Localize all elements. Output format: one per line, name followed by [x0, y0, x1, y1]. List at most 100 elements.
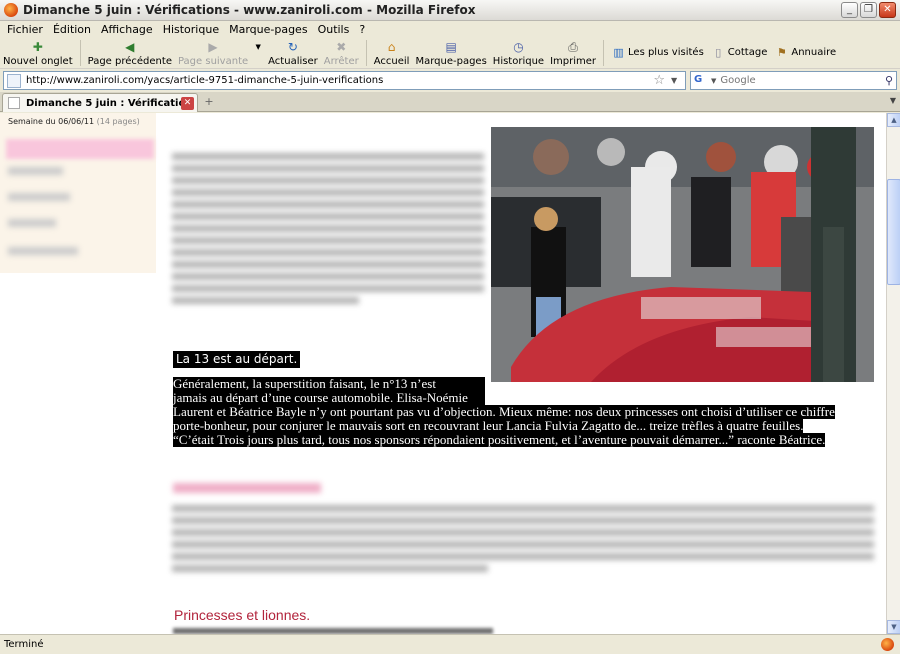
- sidebar-blurred-line: [8, 193, 70, 201]
- forward-button[interactable]: ▶ Page suivante: [178, 40, 248, 67]
- dropdown-arrow-icon: ▼: [255, 43, 261, 51]
- url-dropdown-icon[interactable]: ▼: [671, 76, 681, 85]
- article-line-5: “C’était Trois jours plus tard, tous nos…: [173, 432, 826, 447]
- close-button[interactable]: ✕: [879, 2, 896, 18]
- search-input[interactable]: [720, 75, 885, 86]
- new-tab-button[interactable]: ✚ Nouvel onglet: [3, 40, 73, 67]
- search-icon[interactable]: ⚲: [885, 74, 893, 87]
- left-sidebar: Semaine du 06/06/11 (14 pages): [0, 113, 156, 273]
- article-line-2: jamais au départ d’une course automobile…: [173, 391, 485, 405]
- status-bar: Terminé: [0, 634, 900, 654]
- menu-outils[interactable]: Outils: [318, 23, 350, 36]
- tab-dimanche-5-juin[interactable]: Dimanche 5 juin : Vérifications - www...…: [2, 93, 198, 112]
- bookmark-cottage[interactable]: ▯ Cottage: [712, 46, 768, 59]
- blurred-subheading: [173, 483, 321, 493]
- back-button[interactable]: ◀ Page précédente: [88, 40, 172, 67]
- url-text[interactable]: http://www.zaniroli.com/yacs/article-975…: [26, 75, 653, 86]
- toolbar-separator: [79, 40, 81, 66]
- history-label: Historique: [492, 56, 545, 67]
- sidebar-blurred-line: [8, 219, 56, 227]
- stop-icon: ✖: [336, 40, 347, 54]
- sidebar-blurred-header: [6, 139, 154, 159]
- directory-icon: ⚑: [776, 46, 787, 59]
- vertical-scrollbar[interactable]: ▲ ▼: [886, 113, 900, 634]
- firefox-icon: [4, 3, 18, 17]
- title-bar: Dimanche 5 juin : Vérifications - www.za…: [0, 0, 900, 21]
- menu-bar: Fichier Édition Affichage Historique Mar…: [0, 21, 900, 37]
- home-button[interactable]: ⌂ Accueil: [374, 40, 410, 67]
- status-text: Terminé: [4, 639, 44, 650]
- scroll-up-arrow[interactable]: ▲: [887, 113, 900, 127]
- close-tab-icon[interactable]: ✕: [181, 96, 194, 110]
- menu-marque-pages[interactable]: Marque-pages: [229, 23, 307, 36]
- menu-affichage[interactable]: Affichage: [101, 23, 153, 36]
- print-button[interactable]: ⎙ Imprimer: [550, 40, 596, 67]
- url-bar[interactable]: http://www.zaniroli.com/yacs/article-975…: [3, 71, 686, 90]
- printer-icon: ⎙: [568, 40, 578, 54]
- menu-help[interactable]: ?: [359, 23, 365, 36]
- stop-label: Arrêter: [323, 56, 359, 67]
- week-text: Semaine du 06/06/11: [8, 117, 95, 126]
- blurred-paragraph: [172, 505, 874, 577]
- stop-button[interactable]: ✖ Arrêter: [324, 40, 359, 67]
- bookmarks-icon: ▤: [445, 40, 457, 54]
- bookmark-most-visited-label: Les plus visités: [628, 47, 704, 58]
- sidebar-blurred-line: [8, 167, 63, 175]
- home-label: Accueil: [373, 56, 410, 67]
- bar-chart-icon: ▥: [613, 46, 624, 59]
- addon-icon[interactable]: [881, 638, 894, 651]
- navigation-toolbar: ✚ Nouvel onglet ◀ Page précédente ▶ Page…: [0, 37, 900, 69]
- site-identity-icon[interactable]: [7, 73, 21, 88]
- week-label: Semaine du 06/06/11 (14 pages): [8, 117, 140, 126]
- bookmark-annuaire[interactable]: ⚑ Annuaire: [775, 46, 836, 59]
- tab-label: Dimanche 5 juin : Vérifications - www...: [26, 97, 181, 109]
- bookmarks-button[interactable]: ▤ Marque-pages: [415, 40, 486, 67]
- article-line-3: Laurent et Béatrice Bayle n’y ont pourta…: [173, 404, 835, 419]
- print-label: Imprimer: [550, 56, 597, 67]
- reload-button[interactable]: ↻ Actualiser: [268, 40, 318, 67]
- tab-bar: Dimanche 5 juin : Vérifications - www...…: [0, 92, 900, 112]
- search-bar[interactable]: G ▼ ⚲: [690, 71, 897, 90]
- star-icon[interactable]: ☆: [653, 73, 665, 88]
- reload-label: Actualiser: [268, 56, 318, 67]
- bookmark-cottage-label: Cottage: [727, 47, 768, 58]
- scroll-thumb[interactable]: [887, 179, 900, 285]
- bookmarks-label: Marque-pages: [415, 56, 487, 67]
- article-line-4: porte-bonheur, pour conjurer le mauvais …: [173, 418, 804, 433]
- back-label: Page précédente: [87, 56, 172, 67]
- favicon-icon: [8, 97, 20, 109]
- toolbar-separator: [365, 40, 367, 66]
- window-title: Dimanche 5 juin : Vérifications - www.za…: [23, 3, 476, 17]
- section-heading: Princesses et lionnes.: [174, 607, 311, 623]
- new-tab-plus-icon[interactable]: +: [200, 95, 218, 109]
- new-tab-label: Nouvel onglet: [3, 56, 73, 67]
- menu-edition[interactable]: Édition: [53, 23, 91, 36]
- article-line-1: Généralement, la superstition faisant, l…: [173, 377, 485, 391]
- history-button[interactable]: ◷ Historique: [493, 40, 544, 67]
- menu-historique[interactable]: Historique: [163, 23, 219, 36]
- vintage-cars-crowd-image: [491, 127, 874, 382]
- scroll-down-arrow[interactable]: ▼: [887, 620, 900, 634]
- page-count: (14 pages): [96, 117, 140, 126]
- google-engine-icon[interactable]: G: [694, 74, 709, 87]
- blurred-paragraph: [172, 153, 484, 309]
- forward-arrow-icon: ▶: [208, 40, 218, 54]
- forward-label: Page suivante: [177, 56, 249, 67]
- web-content: Semaine du 06/06/11 (14 pages) La 13 est…: [0, 113, 886, 634]
- maximize-button[interactable]: ❐: [860, 2, 877, 18]
- bookmark-most-visited[interactable]: ▥ Les plus visités: [612, 46, 704, 59]
- engine-dropdown-icon[interactable]: ▼: [711, 77, 716, 85]
- reload-icon: ↻: [287, 40, 298, 54]
- bookmark-annuaire-label: Annuaire: [791, 47, 837, 58]
- sidebar-blurred-line: [8, 247, 78, 255]
- back-arrow-icon: ◀: [125, 40, 135, 54]
- menu-fichier[interactable]: Fichier: [7, 23, 43, 36]
- photo-caption: La 13 est au départ.: [173, 351, 301, 368]
- article-photo: [491, 127, 874, 382]
- minimize-button[interactable]: _: [841, 2, 858, 18]
- new-tab-icon: ✚: [32, 40, 43, 54]
- page-icon: ▯: [715, 46, 722, 59]
- tab-list-icon[interactable]: ▼: [890, 96, 896, 105]
- toolbar-separator: [603, 40, 605, 66]
- history-dropdown[interactable]: ▼: [251, 40, 265, 56]
